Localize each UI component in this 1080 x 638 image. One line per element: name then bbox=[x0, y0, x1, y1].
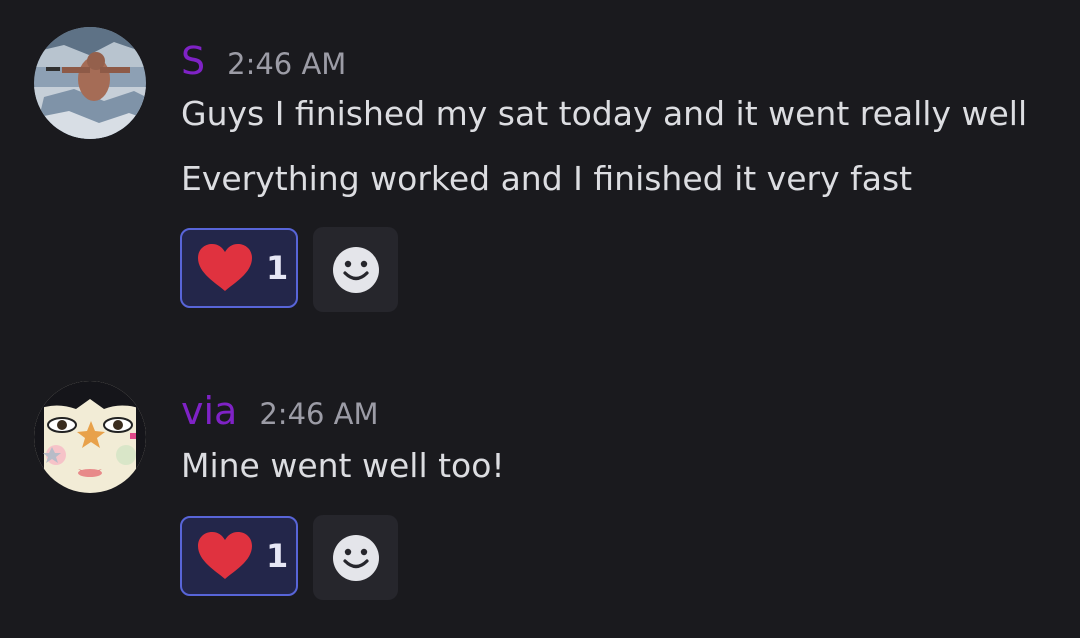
heart-reaction-button[interactable]: 1 bbox=[180, 516, 298, 596]
timestamp: 2:46 AM bbox=[227, 47, 347, 81]
message-text: Everything worked and I finished it very… bbox=[181, 159, 913, 198]
smiley-icon bbox=[332, 246, 379, 293]
heart-reaction-button[interactable]: 1 bbox=[180, 228, 298, 308]
add-reaction-button[interactable] bbox=[313, 227, 398, 312]
heart-icon bbox=[198, 244, 252, 291]
username[interactable]: S bbox=[181, 36, 205, 86]
message-text: Guys I finished my sat today and it went… bbox=[181, 94, 1028, 133]
avatar-image bbox=[34, 27, 146, 139]
message-header: S 2:46 AM bbox=[181, 36, 346, 86]
message-text: Mine went well too! bbox=[181, 446, 505, 485]
username[interactable]: via bbox=[181, 386, 237, 436]
smiley-icon bbox=[332, 534, 379, 581]
timestamp: 2:46 AM bbox=[259, 397, 379, 431]
avatar[interactable] bbox=[34, 381, 146, 493]
message-header: via 2:46 AM bbox=[181, 386, 379, 436]
avatar[interactable] bbox=[34, 27, 146, 139]
heart-icon bbox=[198, 532, 252, 579]
reaction-count: 1 bbox=[266, 537, 289, 575]
avatar-image bbox=[34, 381, 146, 493]
reaction-count: 1 bbox=[266, 249, 289, 287]
add-reaction-button[interactable] bbox=[313, 515, 398, 600]
